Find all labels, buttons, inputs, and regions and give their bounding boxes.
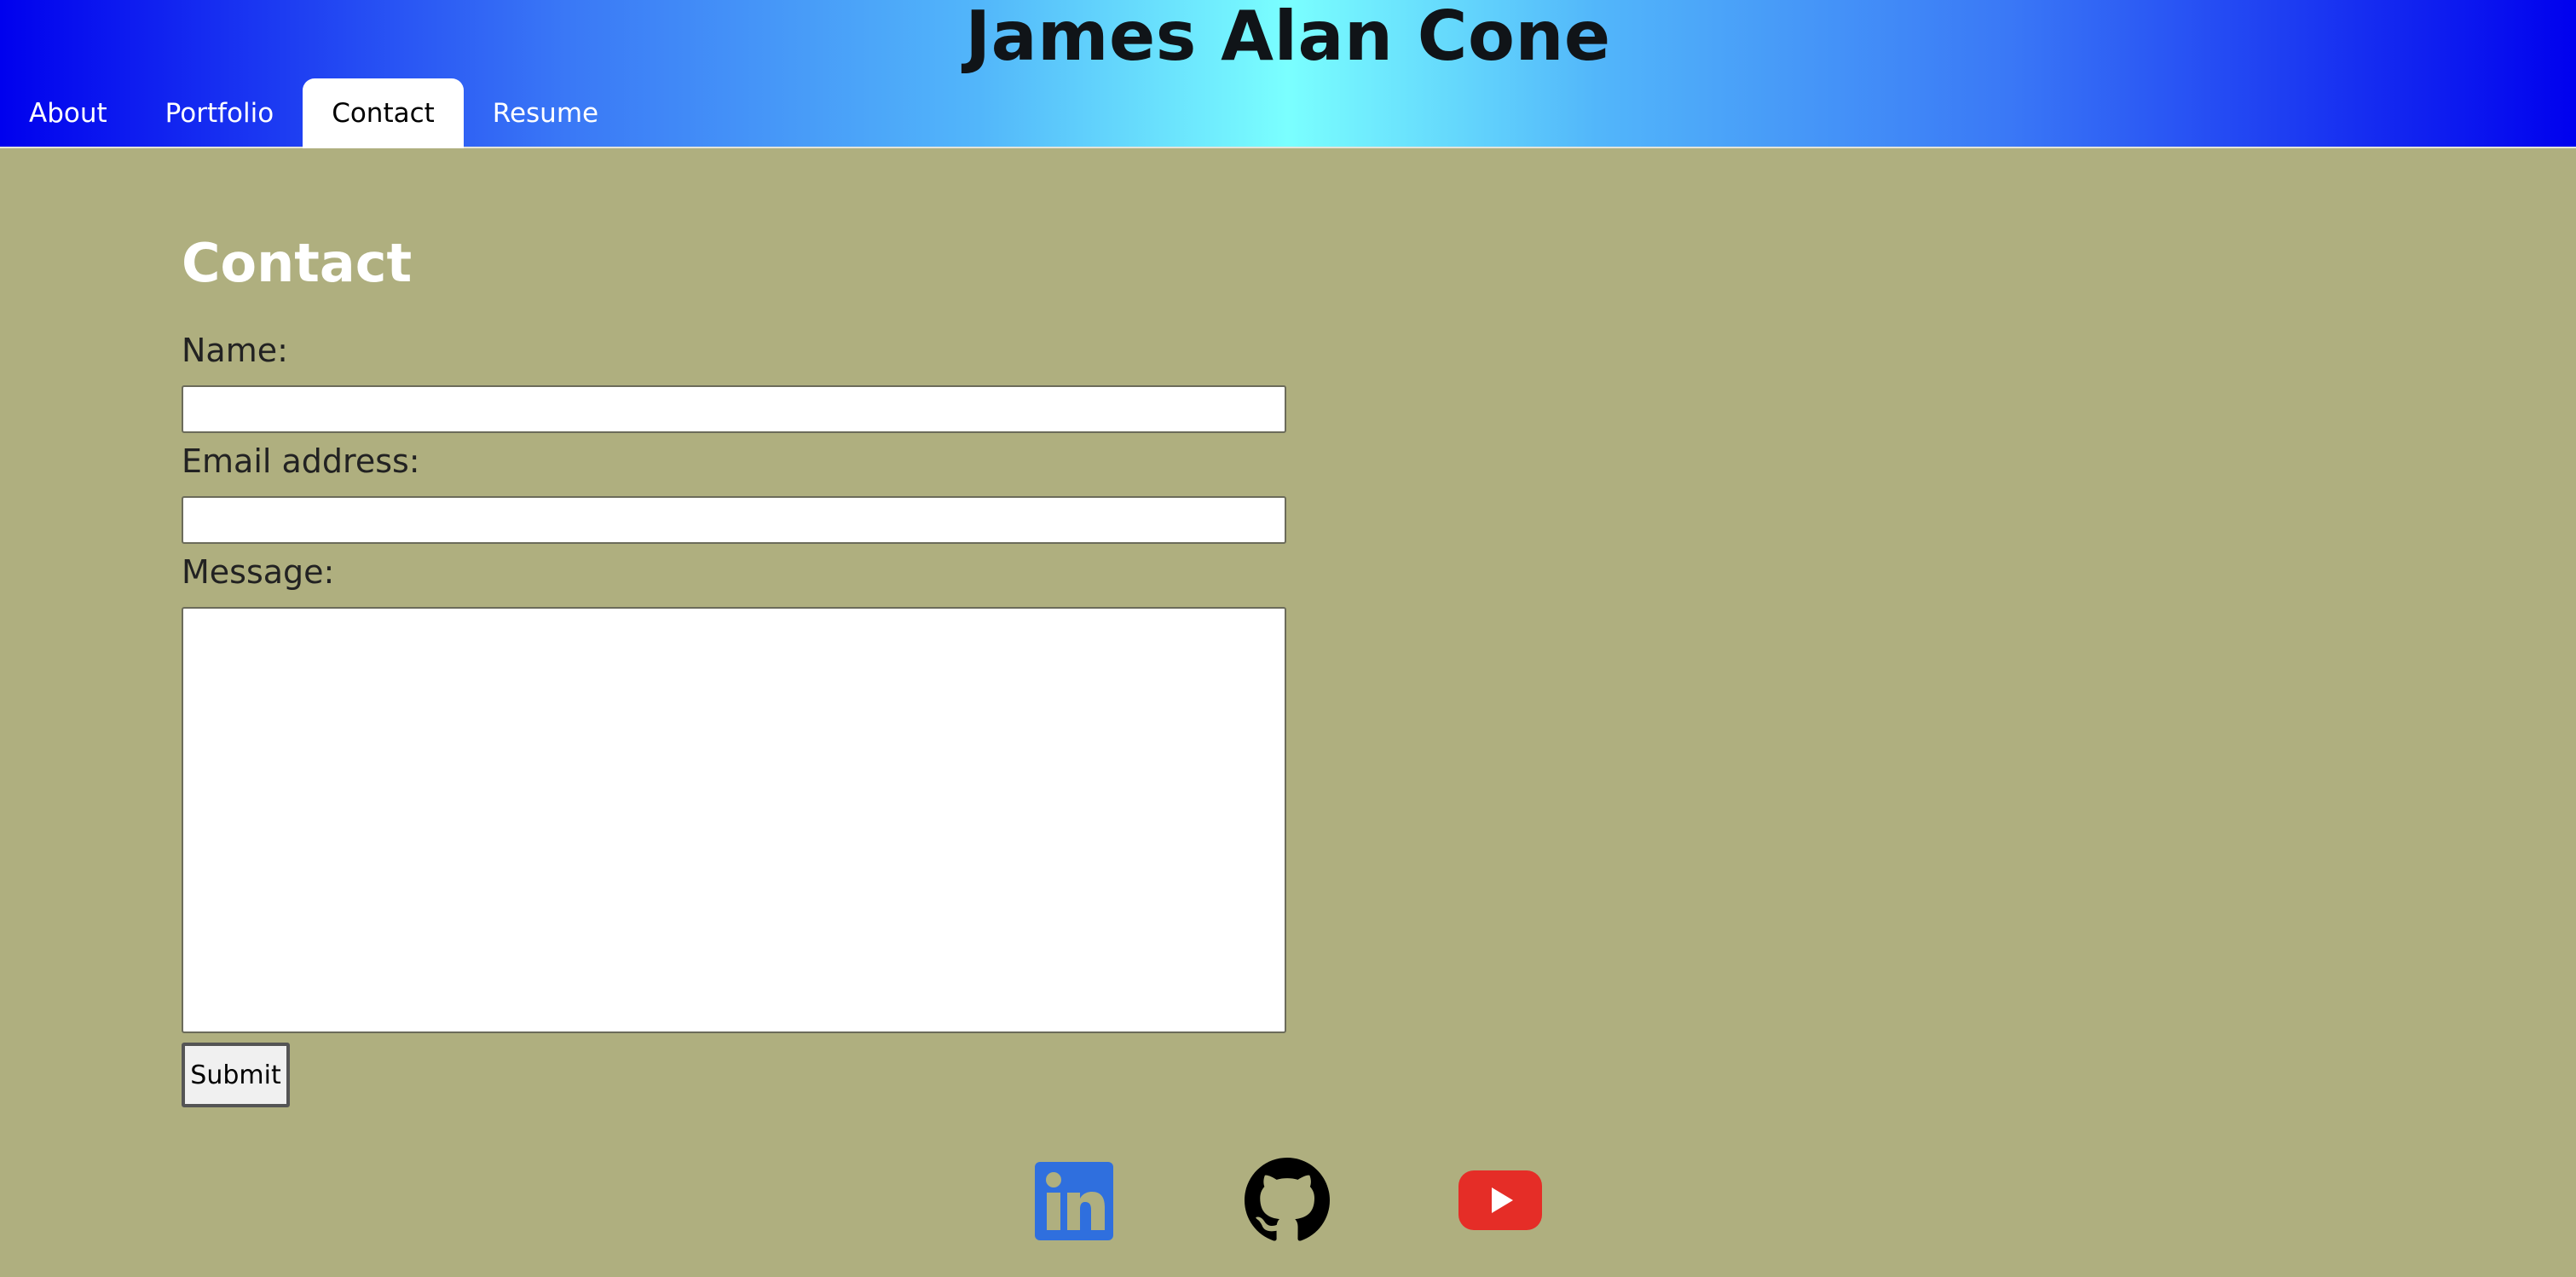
tab-contact[interactable]: Contact (303, 78, 464, 148)
site-header: James Alan Cone About Portfolio Contact … (0, 0, 2576, 148)
name-label: Name: (182, 332, 288, 369)
email-field[interactable] (182, 496, 1286, 544)
main-nav: About Portfolio Contact Resume (0, 78, 627, 148)
tab-portfolio[interactable]: Portfolio (136, 78, 303, 148)
linkedin-icon (1035, 1162, 1113, 1240)
github-link[interactable] (1245, 1158, 1330, 1243)
page-title: Contact (182, 232, 413, 294)
linkedin-link[interactable] (1035, 1162, 1113, 1240)
email-label: Email address: (182, 442, 420, 480)
tab-about[interactable]: About (0, 78, 136, 148)
github-icon (1245, 1158, 1330, 1243)
message-label: Message: (182, 553, 335, 591)
site-title: James Alan Cone (965, 0, 1611, 76)
youtube-icon (1458, 1170, 1542, 1230)
name-field[interactable] (182, 385, 1286, 433)
message-field[interactable] (182, 607, 1286, 1033)
submit-button[interactable]: Submit (182, 1043, 290, 1107)
tab-resume[interactable]: Resume (464, 78, 627, 148)
social-links (0, 1155, 2576, 1249)
youtube-link[interactable] (1458, 1170, 1542, 1230)
